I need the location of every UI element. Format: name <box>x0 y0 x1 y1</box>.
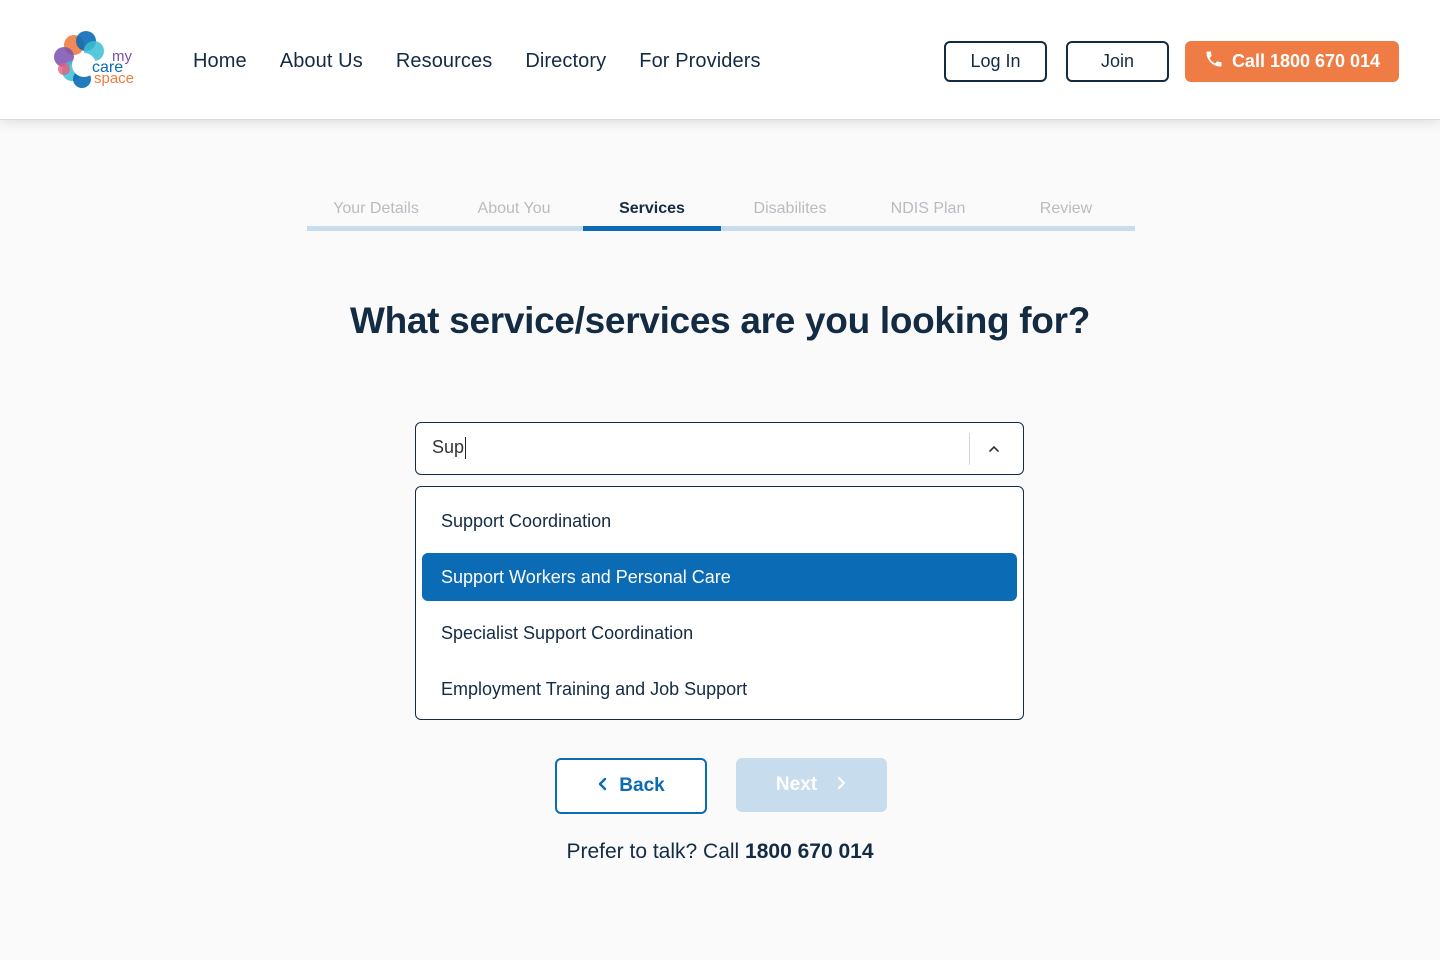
option-employment-training[interactable]: Employment Training and Job Support <box>422 665 1017 713</box>
nav-for-providers[interactable]: For Providers <box>639 50 760 73</box>
svg-text:space: space <box>94 70 134 87</box>
chevron-up-icon[interactable] <box>984 439 1004 459</box>
service-select[interactable]: Sup <box>415 422 1024 475</box>
search-value: Sup <box>432 437 465 457</box>
call-button-label: Call 1800 670 014 <box>1231 51 1381 71</box>
option-specialist-support-coordination[interactable]: Specialist Support Coordination <box>422 609 1017 657</box>
step-label: About You <box>477 200 551 217</box>
option-support-workers[interactable]: Support Workers and Personal Care <box>422 553 1017 601</box>
step-bar <box>445 226 583 231</box>
call-prompt-text: Prefer to talk? Call <box>566 840 746 863</box>
call-button[interactable]: Call 1800 670 014 <box>1185 41 1399 82</box>
phone-icon <box>1204 49 1224 74</box>
step-bar <box>307 226 445 231</box>
chevron-left-icon <box>597 775 609 797</box>
step-bar <box>583 226 721 231</box>
service-options-list: Support Coordination Support Workers and… <box>415 486 1024 720</box>
step-label: NDIS Plan <box>890 200 966 217</box>
step-label: Disabilites <box>753 200 827 217</box>
site-header: my care space Home About Us Resources Di… <box>0 0 1440 120</box>
service-search-input[interactable]: Sup <box>432 437 467 460</box>
progress-stepper: Your Details About You Services Disabili… <box>307 196 1135 231</box>
step-label: Services <box>619 200 685 217</box>
call-prompt-phone[interactable]: 1800 670 014 <box>745 840 873 863</box>
step-review: Review <box>997 196 1135 231</box>
login-button[interactable]: Log In <box>944 41 1047 82</box>
select-divider <box>969 433 970 465</box>
step-bar <box>859 226 997 231</box>
nav-about-us[interactable]: About Us <box>280 50 363 73</box>
option-support-coordination[interactable]: Support Coordination <box>422 497 1017 545</box>
step-bar <box>997 226 1135 231</box>
back-button[interactable]: Back <box>555 758 707 814</box>
text-cursor <box>465 437 467 460</box>
chevron-right-icon <box>835 774 847 796</box>
step-label: Review <box>1039 200 1093 217</box>
step-about-you: About You <box>445 196 583 231</box>
mycarespace-logo[interactable]: my care space <box>50 27 140 93</box>
step-services: Services <box>583 196 721 231</box>
nav-resources[interactable]: Resources <box>396 50 493 73</box>
call-prompt: Prefer to talk? Call 1800 670 014 <box>0 840 1440 864</box>
next-button[interactable]: Next <box>736 758 887 812</box>
next-button-label: Next <box>775 774 818 795</box>
step-bar <box>721 226 859 231</box>
back-button-label: Back <box>619 775 665 796</box>
step-ndis-plan: NDIS Plan <box>859 196 997 231</box>
join-button[interactable]: Join <box>1066 41 1169 82</box>
step-disabilities: Disabilites <box>721 196 859 231</box>
step-label: Your Details <box>333 200 419 217</box>
nav-home[interactable]: Home <box>193 50 247 73</box>
step-your-details: Your Details <box>307 196 445 231</box>
nav-directory[interactable]: Directory <box>525 50 606 73</box>
page-title: What service/services are you looking fo… <box>349 300 1090 341</box>
main-nav: Home About Us Resources Directory For Pr… <box>193 50 794 73</box>
